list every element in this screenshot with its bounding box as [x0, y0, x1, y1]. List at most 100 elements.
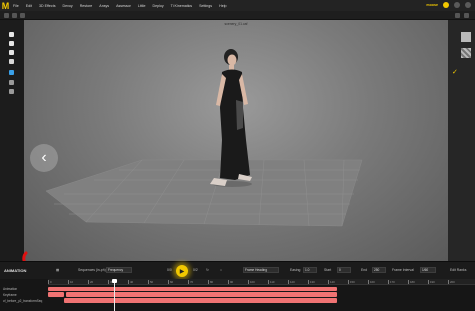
ruler-tick-label: 160 [370, 280, 375, 284]
timeline-playhead[interactable] [114, 279, 115, 311]
ruler-tick-label: 190 [430, 280, 435, 284]
ruler-tick [248, 280, 249, 284]
ruler-tick [348, 280, 349, 284]
record-icon[interactable]: ○ [220, 268, 222, 272]
layout-icon[interactable] [455, 13, 460, 18]
select-tool-icon[interactable] [9, 32, 14, 37]
move-tool-icon[interactable] [9, 41, 14, 46]
ruler-tick-label: 10 [70, 280, 74, 284]
menu-assessor[interactable]: Assessor [116, 4, 131, 8]
ruler-tick [228, 280, 229, 284]
rotate-tool-icon[interactable] [9, 50, 14, 55]
ruler-tick-label: 200 [450, 280, 455, 284]
menu-little[interactable]: Little [138, 4, 146, 8]
ruler-tick [108, 280, 109, 284]
track-clip[interactable] [48, 287, 337, 291]
loop-icon[interactable]: ↻ [206, 268, 209, 272]
ruler-tick-label: 130 [310, 280, 315, 284]
ruler-tick [208, 280, 209, 284]
layers-icon[interactable]: ▦ [56, 268, 59, 272]
menu-bar: M File Edit 3D Effects Devoy Restore Ans… [0, 0, 475, 11]
ruler-tick-label: 120 [290, 280, 295, 284]
sync-icon[interactable] [443, 2, 449, 8]
ruler-tick-label: 60 [170, 280, 174, 284]
track-label: Animation [3, 287, 18, 291]
menu-edit[interactable]: Edit [26, 4, 32, 8]
menu-file[interactable]: File [13, 4, 19, 8]
ruler-tick [48, 280, 49, 284]
timeline[interactable]: 0 10 20 30 40 50 60 70 80 90 100 110 120… [0, 279, 475, 311]
scene-svg [45, 49, 363, 227]
frequency-select[interactable]: Frequency [106, 267, 132, 273]
menu-items: File Edit 3D Effects Devoy Restore Ansys… [13, 4, 227, 8]
animation-panel-label: ANIMATION [4, 268, 27, 273]
chevron-left-icon[interactable]: ‹ [30, 144, 58, 172]
menu-deploy[interactable]: Deploy [152, 4, 163, 8]
ruler-tick [408, 280, 409, 284]
open-icon[interactable] [12, 13, 17, 18]
animation-bar: ANIMATION ▦ Sequences (in-ph) Frequency … [0, 261, 475, 279]
ruler-tick-label: 140 [330, 280, 335, 284]
end-field[interactable]: 250 [372, 267, 386, 273]
playhead-handle[interactable] [112, 279, 117, 283]
ruler-tick [328, 280, 329, 284]
mode-select[interactable]: Frame Heading [243, 267, 279, 273]
menu-devoy[interactable]: Devoy [63, 4, 73, 8]
start-label: Start [324, 268, 332, 272]
sequences-label: Sequences (in-ph) [78, 268, 106, 272]
ruler-tick [148, 280, 149, 284]
frame-interval-field[interactable]: 1/60 [420, 267, 436, 273]
easing-field[interactable]: 1.0 [303, 267, 317, 273]
ruler-tick-label: 70 [190, 280, 194, 284]
frame-interval-label: Frame Interval [392, 268, 414, 272]
menu-ansys[interactable]: Ansys [99, 4, 109, 8]
track-label: Keyframe [3, 293, 17, 297]
ruler-tick [188, 280, 189, 284]
start-field[interactable]: 0 [337, 267, 351, 273]
3d-viewport[interactable]: scenery_01.caf ‹ [24, 20, 448, 261]
ruler-tick-label: 150 [350, 280, 355, 284]
ruler-tick [368, 280, 369, 284]
user-icon[interactable] [465, 2, 471, 8]
menu-kinematics[interactable]: Ti Kinematics [171, 4, 192, 8]
ruler-tick [428, 280, 429, 284]
menu-settings[interactable]: Settings [199, 4, 212, 8]
camera-tool-icon[interactable] [9, 70, 14, 75]
app-logo: M [1, 0, 10, 11]
material-swatch-2[interactable] [461, 48, 471, 58]
ruler-tick [128, 280, 129, 284]
right-panel: ✓ [448, 20, 475, 261]
play-button[interactable]: ▶ [176, 265, 188, 277]
ruler-tick-label: 110 [270, 280, 275, 284]
edit-ranks-label[interactable]: Edit Ranks [450, 268, 466, 272]
ruler-tick [68, 280, 69, 284]
settings-icon[interactable] [454, 2, 460, 8]
track-clip[interactable] [66, 292, 337, 297]
new-icon[interactable] [4, 13, 9, 18]
menubar-right: moose [426, 2, 471, 8]
ruler-tick [308, 280, 309, 284]
left-tool-strip [0, 20, 24, 261]
scale-tool-icon[interactable] [9, 59, 14, 64]
track-clip[interactable] [48, 292, 64, 297]
ruler-tick-label: 80 [210, 280, 214, 284]
ruler-tick-label: 50 [150, 280, 154, 284]
ruler-tick [288, 280, 289, 284]
track-clip[interactable] [64, 298, 337, 303]
expand-icon[interactable] [464, 13, 469, 18]
material-swatch-1[interactable] [461, 32, 471, 42]
paint-tool-icon[interactable] [9, 89, 14, 94]
ruler-tick-label: 90 [230, 280, 234, 284]
ruler-tick-label: 20 [90, 280, 94, 284]
save-icon[interactable] [20, 13, 25, 18]
ruler-tick-label: 170 [390, 280, 395, 284]
menu-3d-effects[interactable]: 3D Effects [39, 4, 56, 8]
check-icon: ✓ [452, 69, 458, 76]
ruler-tick [388, 280, 389, 284]
ruler-tick-label: 180 [410, 280, 415, 284]
end-label: End [361, 268, 368, 272]
easing-label: Easing [290, 268, 301, 272]
menu-help[interactable]: Help [219, 4, 226, 8]
menu-restore[interactable]: Restore [80, 4, 93, 8]
light-tool-icon[interactable] [9, 80, 14, 85]
